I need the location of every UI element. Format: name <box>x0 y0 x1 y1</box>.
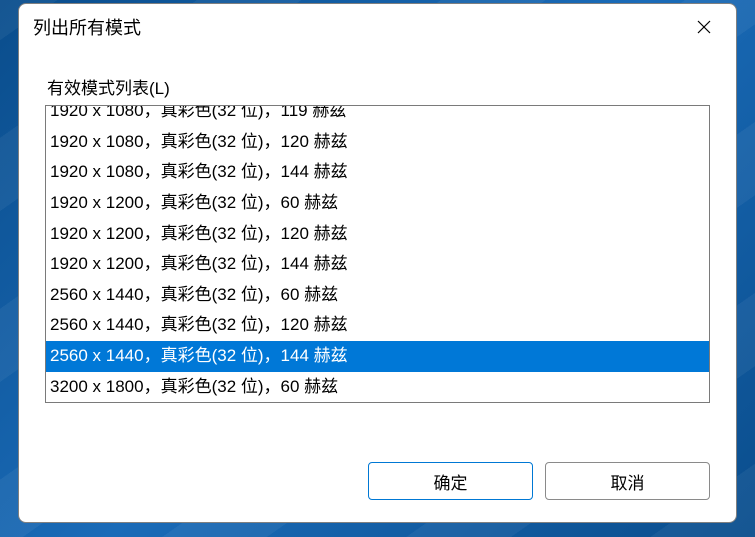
dialog-window: 列出所有模式 有效模式列表(L) 1920 x 1080，真彩色(32 位)，1… <box>18 3 737 523</box>
mode-list-item[interactable]: 1920 x 1080，真彩色(32 位)，120 赫兹 <box>46 127 709 158</box>
modes-listbox[interactable]: 1920 x 1080，真彩色(32 位)，119 赫兹1920 x 1080，… <box>46 106 709 402</box>
ok-button[interactable]: 确定 <box>368 462 533 500</box>
mode-list-item[interactable]: 1920 x 1080，真彩色(32 位)，144 赫兹 <box>46 157 709 188</box>
modes-list-label: 有效模式列表(L) <box>47 74 710 99</box>
mode-list-item[interactable]: 3200 x 1800，真彩色(32 位)，60 赫兹 <box>46 372 709 402</box>
mode-list-item[interactable]: 2560 x 1440，真彩色(32 位)，120 赫兹 <box>46 310 709 341</box>
mode-list-item[interactable]: 1920 x 1200，真彩色(32 位)，60 赫兹 <box>46 188 709 219</box>
dialog-title: 列出所有模式 <box>33 14 684 40</box>
cancel-button[interactable]: 取消 <box>545 462 710 500</box>
dialog-content: 有效模式列表(L) 1920 x 1080，真彩色(32 位)，119 赫兹19… <box>19 50 736 440</box>
button-row: 确定 取消 <box>19 440 736 522</box>
mode-list-item[interactable]: 1920 x 1200，真彩色(32 位)，120 赫兹 <box>46 219 709 250</box>
mode-list-item[interactable]: 2560 x 1440，真彩色(32 位)，60 赫兹 <box>46 280 709 311</box>
titlebar: 列出所有模式 <box>19 4 736 50</box>
mode-list-item[interactable]: 1920 x 1080，真彩色(32 位)，119 赫兹 <box>46 106 709 127</box>
modes-listbox-container: 1920 x 1080，真彩色(32 位)，119 赫兹1920 x 1080，… <box>45 105 710 403</box>
mode-list-item[interactable]: 2560 x 1440，真彩色(32 位)，144 赫兹 <box>46 341 709 372</box>
close-button[interactable] <box>684 11 724 43</box>
mode-list-item[interactable]: 1920 x 1200，真彩色(32 位)，144 赫兹 <box>46 249 709 280</box>
close-icon <box>697 20 711 34</box>
